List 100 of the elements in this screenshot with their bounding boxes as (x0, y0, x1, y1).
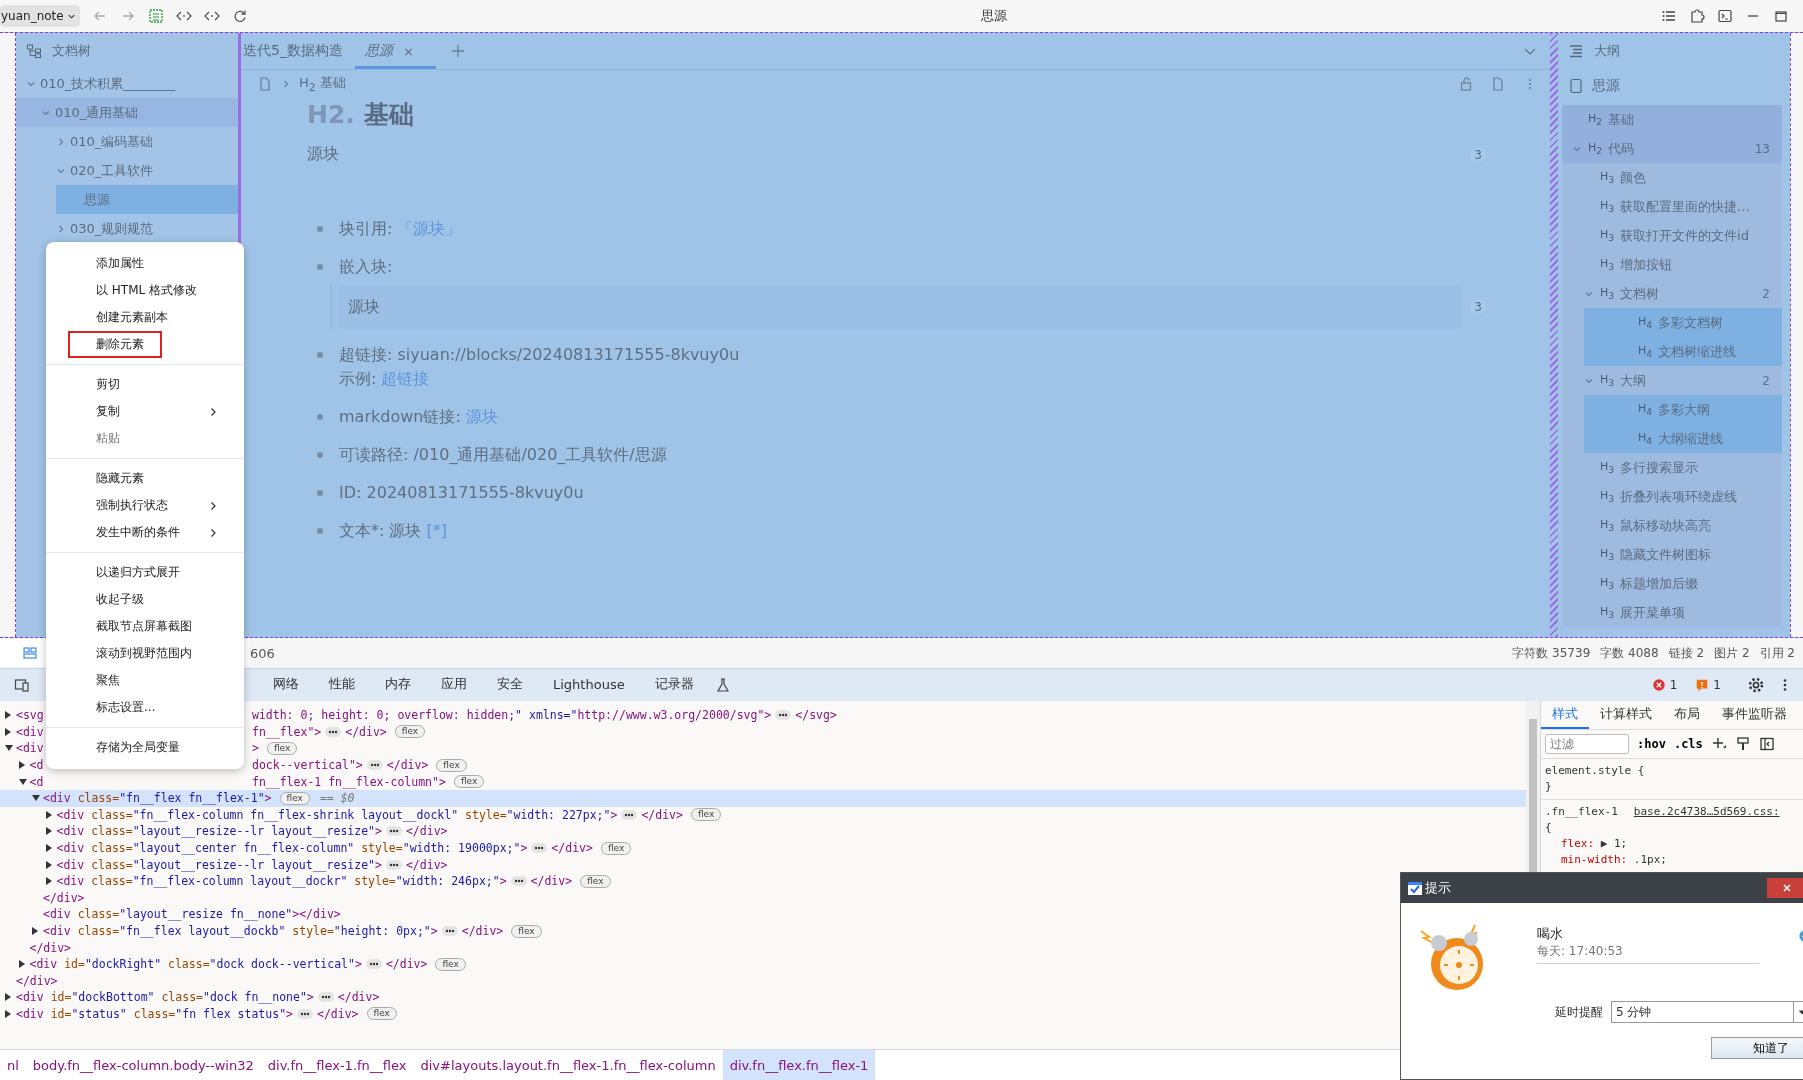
menu-item[interactable]: 创建元素副本 (46, 304, 244, 331)
ellipsis-icon[interactable] (441, 926, 458, 936)
expand-triangle-icon[interactable] (5, 711, 11, 720)
menu-item[interactable]: 添加属性 (46, 250, 244, 277)
collapse-triangle-icon[interactable] (18, 778, 27, 785)
flex-badge[interactable]: flex (266, 742, 298, 755)
flex-badge[interactable]: flex (580, 874, 611, 888)
dom-breadcrumb[interactable]: body.fn__flex-column.body--win32 (25, 1050, 261, 1080)
expand-triangle-icon[interactable] (45, 877, 52, 886)
styles-tab[interactable]: 计算样式 (1589, 701, 1663, 729)
menu-item[interactable]: 收起子级 (46, 586, 244, 613)
ellipsis-icon[interactable] (385, 859, 402, 870)
dom-breadcrumb[interactable]: div.fn__flex.fn__flex-1 (722, 1050, 876, 1080)
ellipsis-icon[interactable] (365, 959, 382, 970)
delay-select[interactable]: 5 分钟 (1611, 1001, 1803, 1023)
workspace-dropdown[interactable]: yuan_note (0, 5, 80, 27)
collapse-triangle-icon[interactable] (5, 745, 13, 752)
outline-item[interactable]: H$_{3}$ 获取打开文件的文件id (1562, 221, 1782, 250)
settings-icon[interactable] (1747, 676, 1765, 694)
expand-triangle-icon[interactable] (5, 993, 11, 1002)
filter-field[interactable]: 过滤 (1545, 734, 1629, 754)
menu-item[interactable]: 以递归方式展开 (46, 559, 244, 586)
devtools-tab[interactable]: Lighthouse (544, 670, 634, 700)
flex-badge[interactable]: flex (366, 1007, 397, 1021)
warning-count[interactable]: 1 (1713, 678, 1721, 692)
dom-breadcrumb[interactable]: div#layouts.layout.fn__flex-1.fn__flex-column (413, 1050, 723, 1080)
ellipsis-icon[interactable] (317, 992, 334, 1003)
document-icon[interactable] (1568, 78, 1584, 94)
styles-tab[interactable]: 布局 (1663, 701, 1711, 729)
expand-triangle-icon[interactable] (45, 844, 52, 853)
hov-button[interactable]: :hov (1637, 737, 1666, 751)
acknowledge-button[interactable]: 知道了 (1711, 1037, 1803, 1059)
ellipsis-icon[interactable] (366, 760, 383, 771)
menu-item[interactable]: 标志设置... (46, 694, 244, 721)
list-icon[interactable] (1661, 8, 1677, 24)
expand-triangle-icon[interactable] (5, 1010, 11, 1018)
expand-triangle-icon[interactable] (45, 810, 52, 819)
flex-badge[interactable]: flex (435, 957, 466, 971)
sidebar-icon[interactable] (1758, 736, 1775, 752)
expand-triangle-icon[interactable] (18, 761, 25, 770)
outline-item[interactable]: H$_{3}$ 大纲 2 (1562, 366, 1782, 395)
dom-breadcrumb[interactable]: div.fn__flex-1.fn__flex (260, 1050, 414, 1080)
styles-tab[interactable]: 样式 (1541, 701, 1589, 729)
outline-item[interactable]: H$_{3}$ 展开菜单项 (1562, 598, 1782, 627)
devtools-tab[interactable]: 记录器 (645, 670, 703, 700)
error-icon[interactable] (1651, 678, 1666, 692)
menu-item[interactable]: 截取节点屏幕截图 (46, 613, 244, 640)
menu-item[interactable]: 隐藏元素 (46, 465, 244, 492)
flex-badge[interactable]: flex (453, 775, 485, 789)
menu-item[interactable]: 以 HTML 格式修改 (46, 277, 244, 304)
outline-item[interactable]: H$_{3}$ 多行搜索显示 (1562, 453, 1782, 482)
flex-badge[interactable]: flex (600, 841, 632, 855)
styles-tab[interactable]: 事件监听器 (1711, 701, 1798, 729)
dom-breadcrumb[interactable]: nl (0, 1050, 26, 1080)
menu-item[interactable]: 剪切 (46, 371, 244, 398)
collapse-triangle-icon[interactable] (32, 795, 40, 802)
ellipsis-icon[interactable] (775, 710, 792, 721)
close-button[interactable] (1767, 878, 1803, 898)
flex-badge[interactable]: flex (511, 924, 542, 938)
devtools-tab[interactable]: 网络 (264, 670, 308, 700)
expand-triangle-icon[interactable] (5, 727, 11, 736)
devtools-tab[interactable]: 性能 (320, 670, 364, 700)
flex-badge[interactable]: flex (394, 725, 426, 739)
outline-item[interactable]: H$_{3}$ 文档树 2 (1562, 279, 1782, 308)
ellipsis-icon[interactable] (325, 726, 342, 737)
device-toggle-icon[interactable] (14, 677, 30, 693)
warning-icon[interactable] (1695, 678, 1710, 692)
cls-button[interactable]: .cls (1673, 737, 1703, 751)
ellipsis-icon[interactable] (385, 826, 402, 837)
expand-triangle-icon[interactable] (45, 860, 52, 869)
outline-item[interactable]: H$_{3}$ 折叠列表项环绕虚线 (1562, 482, 1782, 511)
layout-icon[interactable] (22, 645, 38, 661)
ellipsis-icon[interactable] (510, 876, 527, 887)
ellipsis-icon[interactable] (531, 843, 548, 854)
outline-item[interactable]: H$_{3}$ 增加按钮 (1562, 250, 1782, 279)
menu-item[interactable]: 复制 (46, 398, 244, 425)
menu-item[interactable]: 强制执行状态 (46, 492, 244, 519)
flask-icon[interactable] (714, 677, 731, 693)
selected-dom-row[interactable]: <div class="fn__flex fn__flex-1"> flex == $0 (0, 789, 1526, 807)
outline-item[interactable]: H$_{3}$ 标题增加后缀 (1562, 569, 1782, 598)
devtools-tab[interactable]: 安全 (488, 670, 532, 700)
expand-triangle-icon[interactable] (32, 927, 38, 935)
resize-handle[interactable] (1550, 33, 1558, 637)
outline-item[interactable]: H$_{3}$ 颜色 (1562, 163, 1782, 192)
stylesheet-link[interactable]: base.2c4738…5d569.css: (1633, 804, 1780, 820)
devtools-tab[interactable]: 应用 (432, 670, 476, 700)
outline-icon[interactable] (1568, 43, 1584, 59)
close-icon[interactable] (1782, 883, 1792, 893)
maximize-icon[interactable] (1773, 8, 1789, 24)
paint-brush-icon[interactable] (1734, 736, 1751, 752)
devtools-tab[interactable]: 内存 (376, 670, 420, 700)
expand-triangle-icon[interactable] (18, 960, 25, 969)
menu-item[interactable]: 聚焦 (46, 667, 244, 694)
menu-item[interactable]: 存储为全局变量 (46, 734, 244, 761)
terminal-icon[interactable] (1717, 8, 1733, 24)
outline-item[interactable]: H$_{3}$ 鼠标移动块高亮 (1562, 511, 1782, 540)
flex-badge[interactable]: flex (279, 791, 310, 805)
error-count[interactable]: 1 (1669, 678, 1678, 692)
expand-triangle-icon[interactable] (45, 827, 52, 836)
ellipsis-icon[interactable] (297, 1009, 313, 1019)
